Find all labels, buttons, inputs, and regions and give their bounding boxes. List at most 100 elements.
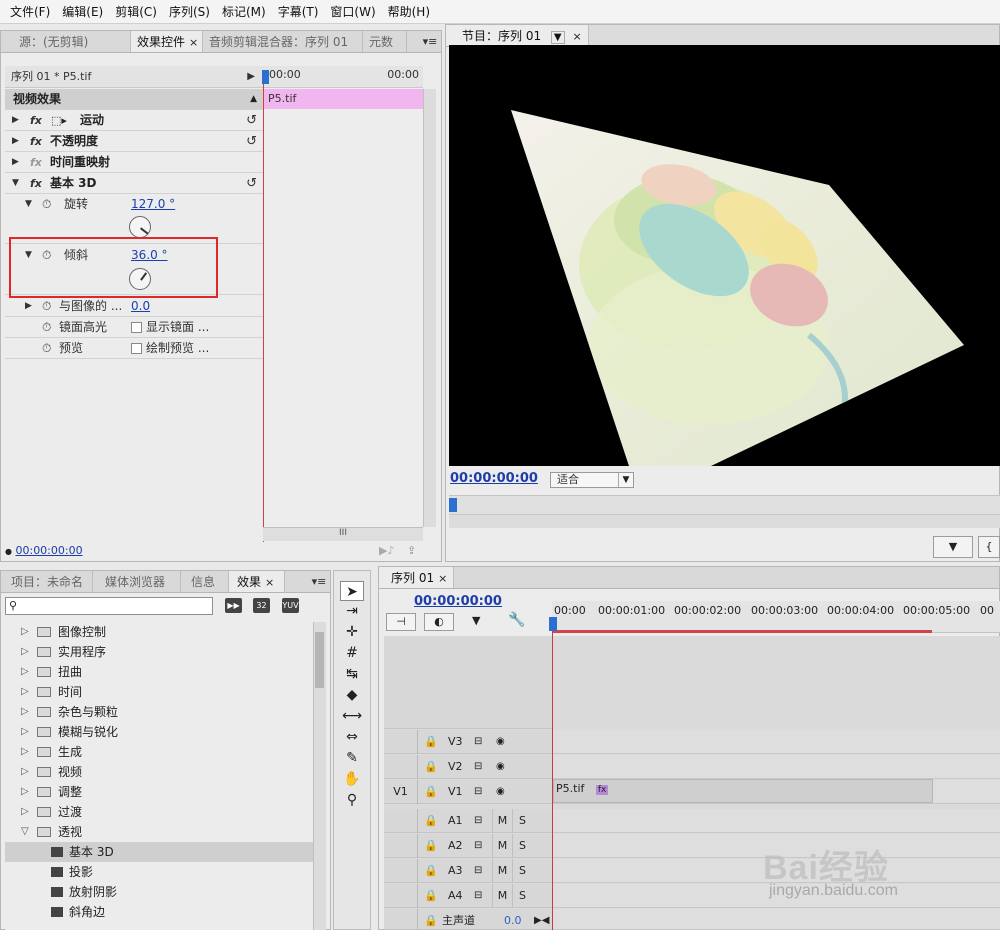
tab-project[interactable]: 项目：未命名	[1, 571, 93, 592]
close-icon[interactable]: ×	[438, 572, 447, 585]
menu-help[interactable]: 帮助(H)	[382, 0, 436, 24]
panel-menu-icon[interactable]: ▾≡	[308, 571, 330, 592]
source-patch[interactable]	[384, 730, 418, 754]
audio-icon[interactable]: ▶♪	[379, 544, 394, 557]
master-volume-value[interactable]: 0.0	[504, 909, 522, 930]
stopwatch-icon[interactable]: ⏱	[42, 317, 51, 338]
vertical-scrollbar[interactable]	[423, 89, 436, 527]
menu-file[interactable]: 文件(F)	[4, 0, 56, 24]
lock-icon[interactable]: 🔒	[424, 780, 438, 804]
selection-tool-icon[interactable]: ➤	[340, 581, 364, 601]
accelerated-effects-icon[interactable]: ▶▶	[225, 598, 242, 613]
wrench-icon[interactable]: 🔧	[508, 612, 525, 628]
solo-button[interactable]: S	[512, 809, 532, 833]
fx-badge-icon[interactable]: fx	[30, 131, 42, 152]
effects-folder-item[interactable]: ▷ 图像控制	[5, 622, 315, 642]
tab-effects[interactable]: 效果 ×	[229, 571, 285, 592]
effect-item[interactable]: 基本 3D	[5, 842, 315, 862]
close-icon[interactable]: ×	[189, 36, 198, 49]
tab-program[interactable]: 节目：序列 01 ▼ ×	[446, 25, 589, 46]
source-patch[interactable]	[384, 859, 418, 883]
sync-lock-icon[interactable]: ⊟	[474, 755, 482, 779]
slip-tool-icon[interactable]: ⟷	[340, 706, 364, 726]
menu-edit[interactable]: 编辑(E)	[56, 0, 109, 24]
expand-triangle-icon[interactable]: ▷	[21, 722, 29, 742]
effect-row-time-remap[interactable]: ▶ fx 时间重映射	[5, 152, 263, 173]
lock-icon[interactable]: 🔒	[424, 834, 438, 858]
play-only-icon[interactable]: ▶	[247, 66, 255, 88]
expand-triangle-icon[interactable]: ▷	[21, 702, 29, 722]
sync-lock-icon[interactable]: ⊟	[474, 730, 482, 754]
mute-button[interactable]: M	[492, 884, 512, 908]
tab-audio-mixer[interactable]: 音频剪辑混合器：序列 01	[203, 31, 363, 52]
source-patch[interactable]	[384, 809, 418, 833]
lock-icon[interactable]: 🔒	[424, 755, 438, 779]
program-timecode[interactable]: 00:00:00:00	[450, 471, 538, 486]
tab-metadata[interactable]: 元数	[363, 31, 407, 52]
sync-lock-icon[interactable]: ⊟	[474, 780, 482, 804]
expand-triangle-icon[interactable]: ▶	[12, 110, 19, 131]
snap-button[interactable]: ⊣	[386, 613, 416, 631]
close-icon[interactable]: ×	[572, 30, 581, 43]
sync-lock-icon[interactable]: ⊟	[474, 884, 482, 908]
menu-title[interactable]: 字幕(T)	[272, 0, 325, 24]
param-distance-value[interactable]: 0.0	[131, 296, 150, 317]
fx-badge-icon[interactable]: fx	[30, 173, 42, 194]
effects-folder-item[interactable]: ▷ 时间	[5, 682, 315, 702]
playhead-handle-icon[interactable]	[262, 70, 269, 84]
go-to-end-icon[interactable]: ▶◀	[534, 909, 549, 930]
expand-triangle-icon[interactable]: ▷	[21, 742, 29, 762]
sync-lock-icon[interactable]: ⊟	[474, 809, 482, 833]
audio-track-body[interactable]	[553, 809, 1000, 833]
effect-row-basic3d[interactable]: ▼ fx 基本 3D ↺	[5, 173, 263, 194]
tab-info[interactable]: 信息	[181, 571, 229, 592]
work-area-bar[interactable]	[552, 630, 932, 633]
program-video-viewport[interactable]	[449, 45, 1000, 466]
rolling-edit-tool-icon[interactable]: #	[340, 643, 364, 663]
effects-folder-item[interactable]: ▷ 过渡	[5, 802, 315, 822]
effect-item[interactable]: 放射阴影	[5, 882, 315, 902]
collapse-triangle-icon[interactable]: ▽	[21, 822, 29, 842]
expand-triangle-icon[interactable]: ▶	[25, 296, 32, 317]
expand-triangle-icon[interactable]: ▷	[21, 682, 29, 702]
hand-tool-icon[interactable]: ✋	[340, 769, 364, 789]
eye-icon[interactable]: ◉	[496, 755, 505, 779]
solo-button[interactable]: S	[512, 884, 532, 908]
expand-triangle-icon[interactable]: ▷	[21, 622, 29, 642]
stopwatch-icon[interactable]: ⏱	[42, 296, 51, 317]
effects-search-input[interactable]: ⚲	[5, 597, 213, 615]
effects-folder-item[interactable]: ▷ 生成	[5, 742, 315, 762]
badge-yuv[interactable]: YUV	[282, 598, 299, 613]
timeline-clip[interactable]: P5.tif fx	[553, 779, 933, 803]
solo-button[interactable]: S	[512, 859, 532, 883]
stopwatch-icon[interactable]: ⏱	[42, 194, 51, 215]
specular-checkbox[interactable]	[131, 322, 142, 333]
program-zoom-bar[interactable]	[449, 514, 1000, 528]
menu-window[interactable]: 窗口(W)	[324, 0, 381, 24]
swivel-dial[interactable]	[129, 216, 151, 238]
timeline-timecode[interactable]: 00:00:00:00	[414, 594, 502, 609]
horizontal-scrollbar[interactable]: III	[263, 527, 423, 541]
timeline-playhead-icon[interactable]	[549, 617, 557, 631]
collapse-icon[interactable]: ▲	[250, 89, 257, 110]
effects-folder-item[interactable]: ▽ 透视	[5, 822, 315, 842]
effect-item[interactable]: 斜角边	[5, 902, 315, 922]
reset-icon[interactable]: ↺	[246, 110, 257, 131]
source-patch[interactable]	[384, 834, 418, 858]
audio-track-body[interactable]	[553, 884, 1000, 908]
motion-transform-icon[interactable]: ⬚▸	[51, 110, 67, 131]
track-select-tool-icon[interactable]: ⇥	[340, 601, 364, 621]
effects-folder-item[interactable]: ▷ 扭曲	[5, 662, 315, 682]
lock-icon[interactable]: 🔒	[424, 809, 438, 833]
expand-triangle-icon[interactable]: ▶	[12, 152, 19, 173]
sync-lock-icon[interactable]: ⊟	[474, 834, 482, 858]
effect-item[interactable]: 投影	[5, 862, 315, 882]
preview-checkbox[interactable]	[131, 343, 142, 354]
mute-button[interactable]: M	[492, 834, 512, 858]
pen-tool-icon[interactable]: ✎	[340, 748, 364, 768]
menu-marker[interactable]: 标记(M)	[216, 0, 272, 24]
lock-icon[interactable]: 🔒	[424, 884, 438, 908]
eye-icon[interactable]: ◉	[496, 780, 505, 804]
tab-effect-controls[interactable]: 效果控件 ×	[131, 31, 203, 52]
expand-triangle-icon[interactable]: ▷	[21, 642, 29, 662]
